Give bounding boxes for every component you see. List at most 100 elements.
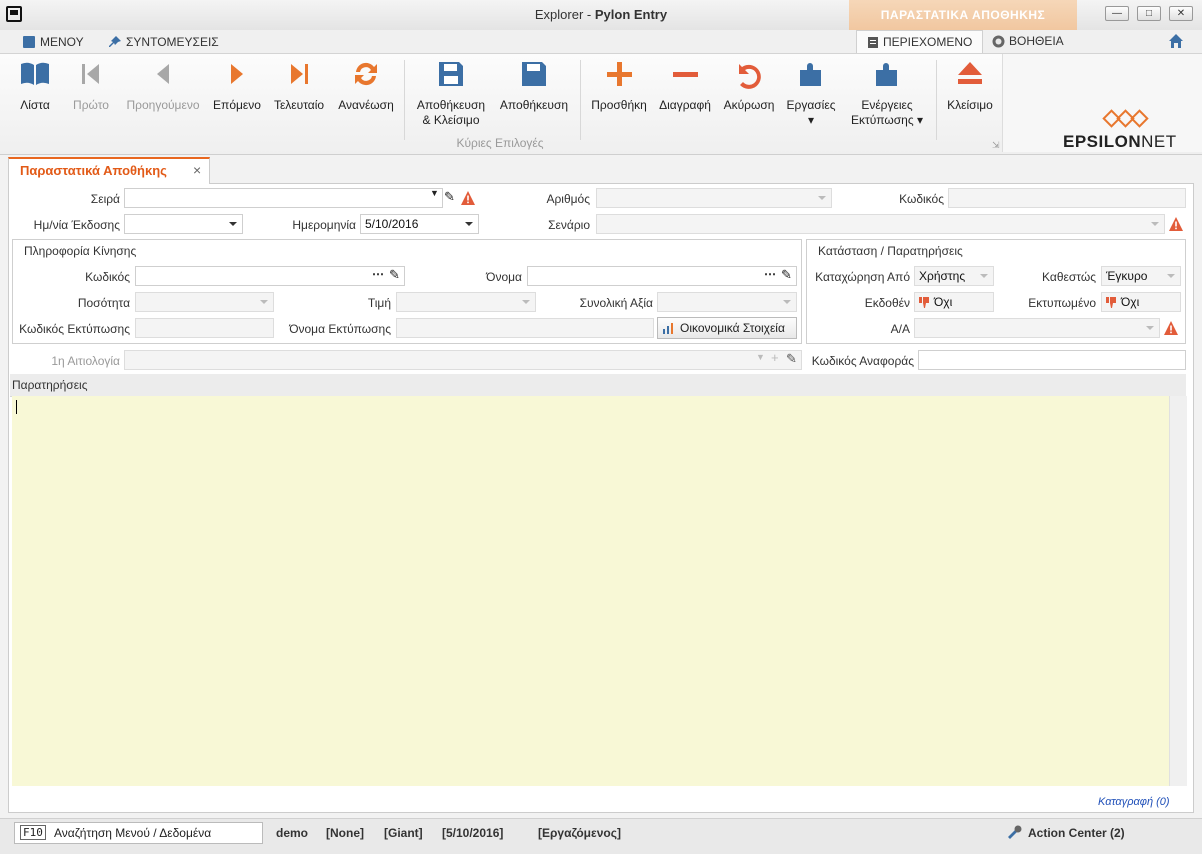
save-and-close-button[interactable]: Αποθήκευση & Κλείσιμο: [414, 58, 488, 138]
print-code-label: Κωδικός Εκτύπωσης: [19, 322, 130, 336]
item-code-field[interactable]: [135, 266, 405, 286]
issued-value: Όχι: [934, 295, 953, 309]
status-date: [5/10/2016]: [442, 826, 504, 840]
close-tab-icon[interactable]: ×: [193, 162, 201, 178]
price-field[interactable]: [396, 292, 536, 312]
series-select[interactable]: [124, 188, 443, 208]
more-icon[interactable]: ⋯: [372, 267, 384, 281]
ribbon-separator: [404, 60, 405, 140]
notes-textarea[interactable]: [12, 396, 1169, 786]
total-value-label: Συνολική Αξία: [579, 296, 653, 310]
state-field[interactable]: Έγκυρο: [1101, 266, 1181, 286]
notes-scrollbar[interactable]: [1169, 396, 1187, 786]
group-expander-icon[interactable]: ⇲: [992, 140, 1000, 151]
dropdown-arrow-icon: [522, 300, 530, 304]
previous-icon: [157, 64, 169, 84]
chart-icon: [663, 323, 673, 334]
main-menu-label: ΜΕΝΟΥ: [40, 35, 84, 49]
date-field[interactable]: 5/10/2016: [360, 214, 479, 234]
status-group-title: Κατάσταση / Παρατηρήσεις: [818, 244, 963, 258]
entry-by-field[interactable]: Χρήστης: [914, 266, 994, 286]
shortcuts-menu-button[interactable]: ΣΥΝΤΟΜΕΥΣΕΙΣ: [108, 34, 219, 50]
puzzle-icon: [876, 63, 897, 86]
issue-date-select[interactable]: [124, 214, 243, 234]
record-log-link[interactable]: Καταγραφή (0): [1098, 796, 1170, 808]
warning-icon: [1164, 321, 1178, 335]
issued-label: Εκδοθέν: [864, 296, 910, 310]
reference-code-label: Κωδικός Αναφοράς: [811, 354, 914, 368]
total-value-field[interactable]: [657, 292, 797, 312]
ribbon-separator: [936, 60, 937, 140]
more-icon[interactable]: ⋯: [764, 267, 776, 281]
cancel-button[interactable]: Ακύρωση: [720, 58, 778, 138]
status-mode: [Εργαζόμενος]: [538, 826, 621, 840]
minimize-icon[interactable]: —: [1105, 6, 1129, 21]
edit-icon[interactable]: ✎: [444, 189, 455, 205]
name-field[interactable]: [527, 266, 797, 286]
date-label: Ημερομηνία: [292, 218, 356, 232]
issue-date-label: Ημ/νία Έκδοσης: [33, 218, 120, 232]
scenario-select[interactable]: [596, 214, 1165, 234]
printed-field[interactable]: Όχι: [1101, 292, 1181, 312]
dropdown-arrow-icon: [818, 196, 826, 200]
printed-value: Όχι: [1121, 295, 1140, 309]
dropdown-arrow-icon: [1146, 326, 1154, 330]
minus-icon: [673, 72, 698, 77]
delete-button[interactable]: Διαγραφή: [656, 58, 714, 138]
quantity-field[interactable]: [135, 292, 274, 312]
cancel-label: Ακύρωση: [723, 98, 775, 112]
dropdown-arrow-icon[interactable]: ▼: [756, 352, 765, 362]
print-actions-button[interactable]: Ενέργειες Εκτύπωσης ▾: [846, 58, 928, 138]
maximize-icon[interactable]: □: [1137, 6, 1161, 21]
main-menu-button[interactable]: ΜΕΝΟΥ: [22, 34, 84, 50]
issued-field[interactable]: Όχι: [914, 292, 994, 312]
print-name-label: Όνομα Εκτύπωσης: [289, 322, 391, 336]
print-name-field[interactable]: [396, 318, 654, 338]
print-code-field[interactable]: [135, 318, 274, 338]
edit-icon[interactable]: ✎: [786, 351, 797, 367]
quantity-label: Ποσότητα: [77, 296, 130, 310]
close-icon[interactable]: ✕: [1169, 6, 1193, 21]
dropdown-arrow-icon[interactable]: ▼: [430, 188, 439, 198]
aa-field[interactable]: [914, 318, 1160, 338]
edit-icon[interactable]: ✎: [389, 267, 400, 283]
last-button[interactable]: Τελευταίο: [270, 58, 328, 138]
action-center-button[interactable]: Action Center (2): [1028, 826, 1125, 840]
close-button[interactable]: Κλείσιμο: [942, 58, 998, 138]
save-button[interactable]: Αποθήκευση: [496, 58, 572, 138]
edit-icon[interactable]: ✎: [781, 267, 792, 283]
dropdown-arrow-icon: [1151, 222, 1159, 226]
code-field[interactable]: [948, 188, 1186, 208]
tab-content[interactable]: ΠΕΡΙΕΧΟΜΕΝΟ: [856, 30, 984, 53]
financials-button[interactable]: Οικονομικά Στοιχεία: [657, 317, 797, 339]
tab-content-label: ΠΕΡΙΕΧΟΜΕΝΟ: [883, 34, 973, 49]
tasks-button[interactable]: Εργασίες ▾: [782, 58, 840, 138]
movement-group-title: Πληροφορία Κίνησης: [24, 244, 137, 258]
financials-label: Οικονομικά Στοιχεία: [680, 321, 785, 335]
reference-code-field[interactable]: [918, 350, 1186, 370]
add-button[interactable]: Προσθήκη: [588, 58, 650, 138]
ribbon-group-label: Κύριες Επιλογές: [456, 136, 544, 150]
add-icon[interactable]: +: [771, 350, 779, 365]
epsilonnet-logo: [1100, 108, 1152, 133]
reason-field[interactable]: [124, 350, 802, 370]
list-button[interactable]: Λίστα: [14, 58, 56, 138]
next-button[interactable]: Επόμενο: [212, 58, 262, 138]
last-icon: [291, 64, 308, 84]
thumbs-down-icon: [1106, 296, 1116, 308]
number-field[interactable]: [596, 188, 832, 208]
shortcuts-menu-label: ΣΥΝΤΟΜΕΥΣΕΙΣ: [126, 35, 219, 49]
home-icon[interactable]: [1168, 33, 1184, 52]
code-label: Κωδικός: [899, 192, 944, 206]
save-label: Αποθήκευση: [499, 98, 569, 112]
first-button[interactable]: Πρώτο: [70, 58, 112, 138]
refresh-button[interactable]: Ανανέωση: [336, 58, 396, 138]
delete-label: Διαγραφή: [659, 98, 711, 112]
text-caret: [16, 400, 17, 414]
tab-help[interactable]: ΒΟΗΘΕΙΑ: [982, 30, 1074, 53]
entry-by-value: Χρήστης: [919, 269, 966, 283]
save-icon: [522, 62, 546, 86]
previous-button[interactable]: Προηγούμενο: [124, 58, 202, 138]
dropdown-arrow-icon: [260, 300, 268, 304]
document-icon: [868, 36, 878, 48]
